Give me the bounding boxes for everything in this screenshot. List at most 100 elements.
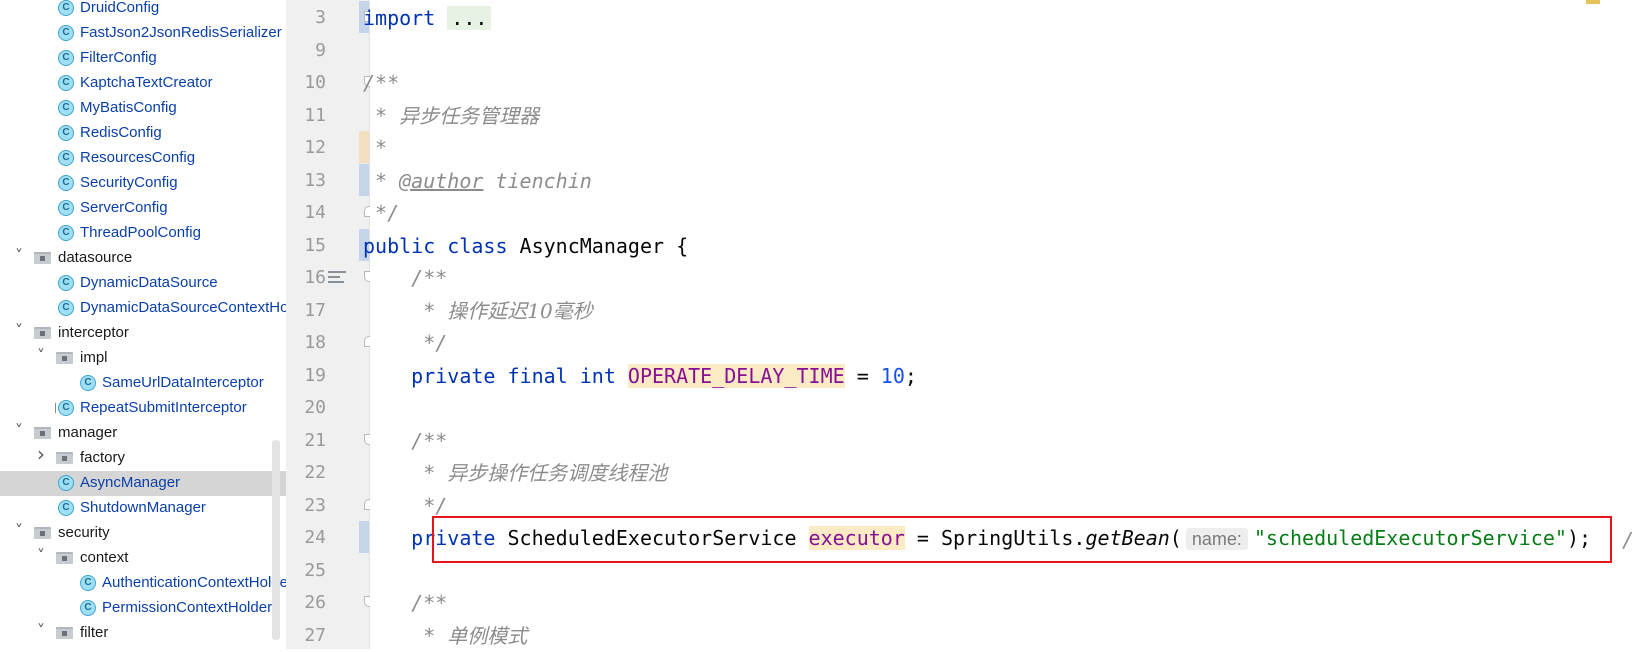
tree-item-label: FastJson2JsonRedisSerializer: [80, 24, 282, 41]
tree-class-row[interactable]: C SameUrlDataInterceptor: [0, 371, 286, 396]
tree-class-row[interactable]: C KaptchaTextCreator: [0, 71, 286, 96]
chevron-down-icon[interactable]: ˅: [34, 548, 48, 564]
gutter-line[interactable]: 9: [286, 34, 370, 66]
chevron-down-icon[interactable]: ˅: [12, 248, 26, 264]
tree-class-row[interactable]: C SecurityConfig: [0, 171, 286, 196]
tree-class-row[interactable]: C ThreadPoolConfig: [0, 221, 286, 246]
tree-class-row[interactable]: C AuthenticationContextHolder: [0, 571, 286, 596]
code-token-cmt: *: [363, 169, 400, 193]
code-line[interactable]: /**: [363, 262, 447, 294]
tree-package-row[interactable]: ˅ datasource: [0, 246, 286, 271]
inspection-warning-marker[interactable]: [1586, 0, 1600, 4]
line-number: 13: [304, 170, 326, 191]
java-class-icon: C: [58, 75, 74, 91]
tree-class-row[interactable]: C ResourcesConfig: [0, 146, 286, 171]
tree-item-label: ServerConfig: [80, 199, 168, 216]
gutter-line[interactable]: 16: [286, 261, 375, 293]
tree-item-label: ThreadPoolConfig: [80, 224, 201, 241]
gutter-line[interactable]: 14: [286, 196, 375, 228]
code-line[interactable]: */: [363, 197, 399, 229]
line-number: 16: [304, 267, 326, 288]
code-line[interactable]: */: [363, 327, 447, 359]
code-token-cmt: tienchin: [483, 169, 592, 193]
java-class-icon: C: [58, 150, 74, 166]
gutter-line[interactable]: 23: [286, 489, 375, 521]
gutter-line[interactable]: 21: [286, 424, 375, 456]
gutter-line[interactable]: 24: [286, 521, 370, 553]
tree-package-row[interactable]: ˅ security: [0, 521, 286, 546]
line-number: 10: [304, 72, 326, 93]
tree-class-row[interactable]: C DruidConfig: [0, 0, 286, 21]
code-line[interactable]: * 异步任务管理器: [363, 100, 539, 132]
tree-package-row[interactable]: ˅ filter: [0, 621, 286, 646]
code-line[interactable]: * 单例模式: [363, 620, 527, 652]
editor-gutter: 3 9 10 11 12 13 14 15 16 17 18 19 20 21 22 23 24 25 26 27: [286, 0, 375, 651]
tree-class-row[interactable]: C RepeatSubmitInterceptor: [0, 396, 286, 421]
render-doc-icon[interactable]: [328, 271, 348, 285]
tree-item-label: impl: [80, 349, 108, 366]
gutter-line[interactable]: 15: [286, 229, 370, 261]
tree-class-row[interactable]: C DynamicDataSourceContextHolder: [0, 296, 286, 321]
gutter-line[interactable]: 26: [286, 586, 375, 618]
tree-class-row[interactable]: C AsyncManager: [0, 471, 286, 496]
code-line[interactable]: * @author tienchin: [363, 165, 592, 197]
gutter-line[interactable]: 17: [286, 294, 370, 326]
gutter-line[interactable]: 25: [286, 554, 370, 586]
gutter-line[interactable]: 22: [286, 456, 370, 488]
gutter-line[interactable]: 27: [286, 619, 370, 651]
code-line[interactable]: public class AsyncManager {: [363, 230, 688, 262]
tree-class-row[interactable]: C ServerConfig: [0, 196, 286, 221]
gutter-line[interactable]: 19: [286, 359, 370, 391]
code-line[interactable]: /**: [363, 425, 447, 457]
code-token-plain: ;: [904, 364, 917, 388]
line-number: 22: [304, 462, 326, 483]
tree-scrollbar[interactable]: [272, 440, 280, 640]
chevron-down-icon[interactable]: ˅: [12, 423, 26, 439]
gutter-line[interactable]: 13: [286, 164, 370, 196]
tree-package-row[interactable]: ˅ context: [0, 546, 286, 571]
tree-item-label: manager: [58, 424, 118, 441]
tree-class-row[interactable]: C RedisConfig: [0, 121, 286, 146]
code-line[interactable]: *: [363, 132, 387, 164]
java-class-icon: C: [58, 500, 74, 516]
tree-class-row[interactable]: C MyBatisConfig: [0, 96, 286, 121]
gutter-line[interactable]: 18: [286, 326, 375, 358]
code-line[interactable]: * 异步操作任务调度线程池: [363, 457, 667, 489]
tree-class-row[interactable]: C ShutdownManager: [0, 496, 286, 521]
gutter-line[interactable]: 12: [286, 131, 370, 163]
code-line[interactable]: /**: [363, 67, 399, 99]
tree-item-label: datasource: [58, 249, 133, 266]
gutter-line[interactable]: 11: [286, 99, 370, 131]
chevron-down-icon[interactable]: ˅: [12, 323, 26, 339]
chevron-down-icon[interactable]: ˅: [34, 348, 48, 364]
code-line[interactable]: /**: [363, 587, 447, 619]
code-line[interactable]: import ...: [363, 2, 492, 34]
code-line[interactable]: * 操作延迟10毫秒: [363, 295, 593, 327]
gutter-line[interactable]: 3: [286, 1, 375, 33]
gutter-line[interactable]: 10: [286, 66, 375, 98]
chevron-right-icon[interactable]: ›: [34, 444, 48, 464]
gutter-line[interactable]: 20: [286, 391, 370, 423]
java-class-icon: C: [58, 275, 74, 291]
tree-class-row[interactable]: C FilterConfig: [0, 46, 286, 71]
chevron-down-icon[interactable]: ˅: [12, 523, 26, 539]
tree-package-row[interactable]: ˅ impl: [0, 346, 286, 371]
tree-class-row[interactable]: C DynamicDataSource: [0, 271, 286, 296]
chevron-down-icon[interactable]: ˅: [34, 623, 48, 639]
tree-item-label: interceptor: [58, 324, 129, 341]
line-number: 11: [304, 105, 326, 126]
tree-item-label: DynamicDataSourceContextHolder: [80, 299, 286, 316]
code-line[interactable]: private final int OPERATE_DELAY_TIME = 1…: [363, 360, 917, 392]
java-class-icon: C: [58, 25, 74, 41]
tree-package-row[interactable]: ˅ interceptor: [0, 321, 286, 346]
tree-class-row[interactable]: C PermissionContextHolder: [0, 596, 286, 621]
tree-class-row[interactable]: C FastJson2JsonRedisSerializer: [0, 21, 286, 46]
tree-package-row[interactable]: › factory: [0, 444, 286, 471]
